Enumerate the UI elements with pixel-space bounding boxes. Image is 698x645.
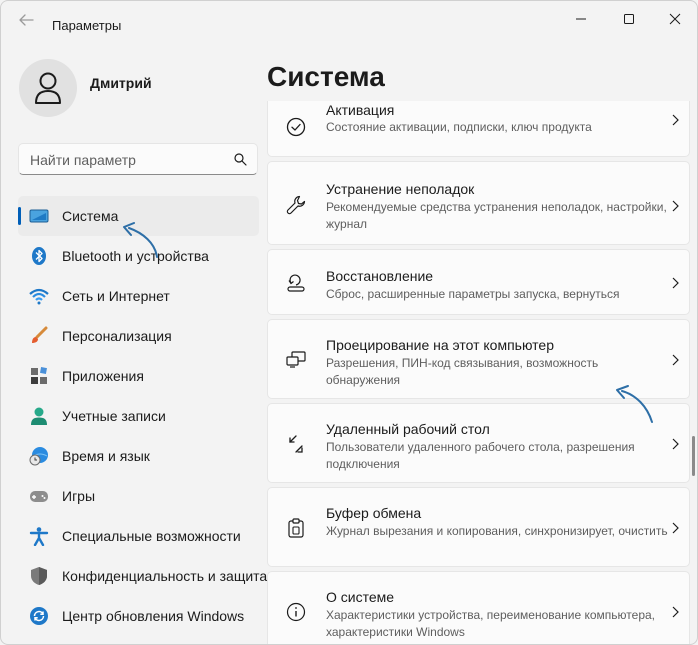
sidebar-item-label: Центр обновления Windows xyxy=(62,608,245,624)
sidebar-item-label: Конфиденциальность и защита xyxy=(62,568,268,584)
remote-desktop-icon xyxy=(289,435,303,453)
settings-window: Параметры Дмитрий Найти параметр Система… xyxy=(0,0,698,645)
avatar[interactable] xyxy=(19,59,77,117)
card-description: Сброс, расширенные параметры запуска, ве… xyxy=(326,287,620,301)
chevron-right-icon xyxy=(672,354,679,366)
maximize-button[interactable] xyxy=(606,7,652,31)
sidebar-item-label: Время и язык xyxy=(62,448,150,464)
search-icon[interactable] xyxy=(234,153,247,166)
chevron-right-icon xyxy=(672,522,679,534)
apps-icon xyxy=(31,367,47,384)
gamepad-icon xyxy=(30,491,48,502)
accessibility-icon xyxy=(29,527,49,546)
search-input[interactable]: Найти параметр xyxy=(18,143,258,175)
user-name: Дмитрий xyxy=(90,75,152,91)
remote-desktop-card[interactable]: Удаленный рабочий стол Пользователи удал… xyxy=(267,403,690,483)
account-icon xyxy=(31,407,47,425)
page-title: Система xyxy=(267,61,385,92)
back-button[interactable] xyxy=(15,11,37,29)
scrollbar-thumb[interactable] xyxy=(692,436,695,476)
sidebar-item-windows-update[interactable]: Центр обновления Windows xyxy=(18,596,259,636)
sidebar-item-label: Учетные записи xyxy=(62,408,166,424)
bluetooth-icon xyxy=(32,247,46,265)
sidebar-item-label: Специальные возможности xyxy=(62,528,241,544)
card-title: Удаленный рабочий стол xyxy=(326,421,490,437)
about-card[interactable]: О системе Характеристики устройства, пер… xyxy=(267,571,690,644)
minimize-button[interactable] xyxy=(558,7,604,31)
sidebar-item-accessibility[interactable]: Специальные возможности xyxy=(18,516,259,556)
close-button[interactable] xyxy=(652,7,697,31)
sidebar-item-label: Игры xyxy=(62,488,96,504)
sidebar-item-gaming[interactable]: Игры xyxy=(18,476,259,516)
chevron-right-icon xyxy=(672,606,679,618)
card-title: Буфер обмена xyxy=(326,505,422,521)
chevron-right-icon xyxy=(672,200,679,212)
projection-icon xyxy=(286,351,306,368)
sidebar-item-label: Система xyxy=(62,208,119,224)
maximize-icon xyxy=(624,14,634,24)
sidebar-item-bluetooth[interactable]: Bluetooth и устройства xyxy=(18,236,259,276)
recovery-icon xyxy=(287,274,305,292)
sidebar-nav: Система Bluetooth и устройства Сеть и Ин… xyxy=(18,196,267,636)
card-title: О системе xyxy=(326,589,395,605)
back-arrow-icon xyxy=(19,14,34,26)
sidebar-item-apps[interactable]: Приложения xyxy=(18,356,259,396)
card-description: Журнал вырезания и копирования, синхрони… xyxy=(326,524,668,538)
card-description: Рекомендуемые средства устранения непола… xyxy=(326,200,667,231)
recovery-card[interactable]: Восстановление Сброс, расширенные параме… xyxy=(267,249,690,315)
chevron-right-icon xyxy=(672,438,679,450)
sidebar-item-privacy[interactable]: Конфиденциальность и защита xyxy=(18,556,267,596)
clipboard-icon xyxy=(288,518,304,538)
search-placeholder: Найти параметр xyxy=(30,152,136,168)
card-description: Состояние активации, подписки, ключ прод… xyxy=(326,120,592,134)
activation-card[interactable]: Активация Состояние активации, подписки,… xyxy=(267,101,690,157)
info-icon xyxy=(286,602,306,622)
brush-icon xyxy=(32,326,48,343)
wrench-icon xyxy=(286,195,306,215)
close-icon xyxy=(669,13,681,25)
card-title: Восстановление xyxy=(326,268,434,284)
settings-list: Активация Состояние активации, подписки,… xyxy=(267,101,690,644)
sidebar-item-label: Сеть и Интернет xyxy=(62,288,170,304)
time-language-icon xyxy=(29,447,48,466)
user-icon xyxy=(35,72,61,104)
clipboard-card[interactable]: Буфер обмена Журнал вырезания и копирова… xyxy=(267,487,690,567)
chevron-right-icon xyxy=(672,114,679,126)
chevron-right-icon xyxy=(672,277,679,289)
card-title: Устранение неполадок xyxy=(326,181,475,197)
card-description: Характеристики устройства, переименовани… xyxy=(326,608,656,639)
system-icon xyxy=(29,209,49,223)
app-title: Параметры xyxy=(52,18,122,33)
troubleshoot-card[interactable]: Устранение неполадок Рекомендуемые средс… xyxy=(267,161,690,245)
card-title: Проецирование на этот компьютер xyxy=(326,337,554,353)
sidebar-item-label: Персонализация xyxy=(62,328,172,344)
title-bar: Параметры xyxy=(1,1,697,37)
sidebar-item-accounts[interactable]: Учетные записи xyxy=(18,396,259,436)
card-description: Пользователи удаленного рабочего стола, … xyxy=(326,440,635,471)
sidebar-item-time-language[interactable]: Время и язык xyxy=(18,436,259,476)
sidebar-item-label: Приложения xyxy=(62,368,144,384)
check-circle-icon xyxy=(286,117,306,137)
selection-indicator xyxy=(18,207,21,225)
sidebar-item-personalization[interactable]: Персонализация xyxy=(18,316,259,356)
minimize-icon xyxy=(576,18,586,20)
wifi-icon xyxy=(29,288,49,305)
shield-icon xyxy=(31,567,47,585)
update-icon xyxy=(30,607,48,625)
sidebar-item-label: Bluetooth и устройства xyxy=(62,248,209,264)
projection-card[interactable]: Проецирование на этот компьютер Разрешен… xyxy=(267,319,690,399)
sidebar-item-system[interactable]: Система xyxy=(18,196,259,236)
card-description: Разрешения, ПИН-код связывания, возможно… xyxy=(326,356,599,387)
card-title: Активация xyxy=(326,102,395,118)
sidebar-item-network[interactable]: Сеть и Интернет xyxy=(18,276,259,316)
